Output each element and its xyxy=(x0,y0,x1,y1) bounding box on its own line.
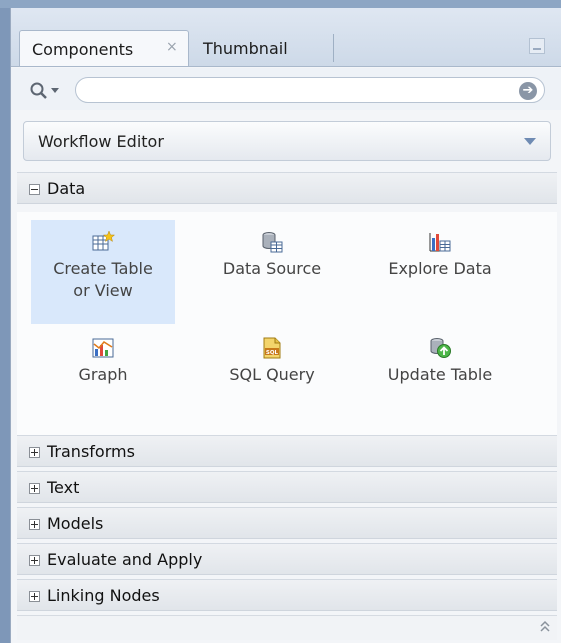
tab-separator xyxy=(333,34,334,62)
update-table-icon xyxy=(430,338,451,358)
section-linking-label: Linking Nodes xyxy=(47,586,160,605)
tab-thumbnail[interactable]: Thumbnail xyxy=(191,30,341,66)
tab-bar: Components × Thumbnail xyxy=(11,8,561,67)
collapse-icon[interactable] xyxy=(29,184,40,195)
sql-query-icon: SQL xyxy=(263,337,281,359)
create-table-item[interactable]: Create Table or View xyxy=(31,220,175,324)
explore-data-item[interactable]: Explore Data xyxy=(368,220,512,324)
create-table-label-2: or View xyxy=(73,281,133,300)
section-text[interactable]: Text xyxy=(17,471,557,503)
expand-icon[interactable] xyxy=(29,519,40,530)
data-items: Create Table or View Data Source Explore… xyxy=(17,212,557,448)
panel-footer xyxy=(17,615,557,640)
tab-components[interactable]: Components × xyxy=(19,30,189,66)
sql-query-item[interactable]: SQL SQL Query xyxy=(200,326,344,430)
tab-components-label: Components xyxy=(32,40,134,59)
update-table-label: Update Table xyxy=(387,365,493,384)
search-icon[interactable] xyxy=(29,81,49,101)
section-models[interactable]: Models xyxy=(17,507,557,539)
section-evaluate-and-apply[interactable]: Evaluate and Apply xyxy=(17,543,557,575)
data-source-item[interactable]: Data Source xyxy=(200,220,344,324)
components-panel: Components × Thumbnail ➔ Workflow Editor… xyxy=(10,8,561,643)
graph-label: Graph xyxy=(78,365,128,384)
search-input[interactable] xyxy=(75,77,545,103)
section-transforms-label: Transforms xyxy=(47,442,135,461)
expand-icon[interactable] xyxy=(29,555,40,566)
graph-icon xyxy=(92,338,114,358)
minimize-icon[interactable] xyxy=(529,38,545,54)
go-icon[interactable]: ➔ xyxy=(519,82,537,100)
explore-data-icon xyxy=(429,233,451,252)
data-source-label: Data Source xyxy=(222,259,322,278)
window-top-strip xyxy=(0,0,561,8)
expand-icon[interactable] xyxy=(29,591,40,602)
explore-data-label: Explore Data xyxy=(388,259,492,278)
search-options-icon[interactable] xyxy=(51,88,59,94)
section-linking-nodes[interactable]: Linking Nodes xyxy=(17,579,557,611)
palette-select[interactable]: Workflow Editor xyxy=(23,121,551,161)
update-table-item[interactable]: Update Table xyxy=(368,326,512,430)
create-table-label-1: Create Table xyxy=(53,259,153,278)
section-data[interactable]: Data xyxy=(17,172,557,204)
expand-icon[interactable] xyxy=(29,483,40,494)
palette-select-value: Workflow Editor xyxy=(38,132,164,151)
section-transforms[interactable]: Transforms xyxy=(17,435,557,467)
search-row: ➔ xyxy=(11,68,561,110)
section-models-label: Models xyxy=(47,514,104,533)
data-source-icon xyxy=(262,232,283,253)
tab-thumbnail-label: Thumbnail xyxy=(203,39,288,58)
sql-query-label: SQL Query xyxy=(229,365,315,384)
section-text-label: Text xyxy=(47,478,80,497)
scroll-up-icon[interactable] xyxy=(539,618,551,636)
chevron-down-icon[interactable] xyxy=(524,138,536,145)
expand-icon[interactable] xyxy=(29,447,40,458)
sql-icon-text: SQL xyxy=(266,350,279,356)
graph-item[interactable]: Graph xyxy=(31,326,175,430)
create-table-icon xyxy=(92,230,115,251)
section-evaluate-label: Evaluate and Apply xyxy=(47,550,203,569)
section-data-label: Data xyxy=(47,179,86,198)
close-icon[interactable]: × xyxy=(166,39,178,55)
